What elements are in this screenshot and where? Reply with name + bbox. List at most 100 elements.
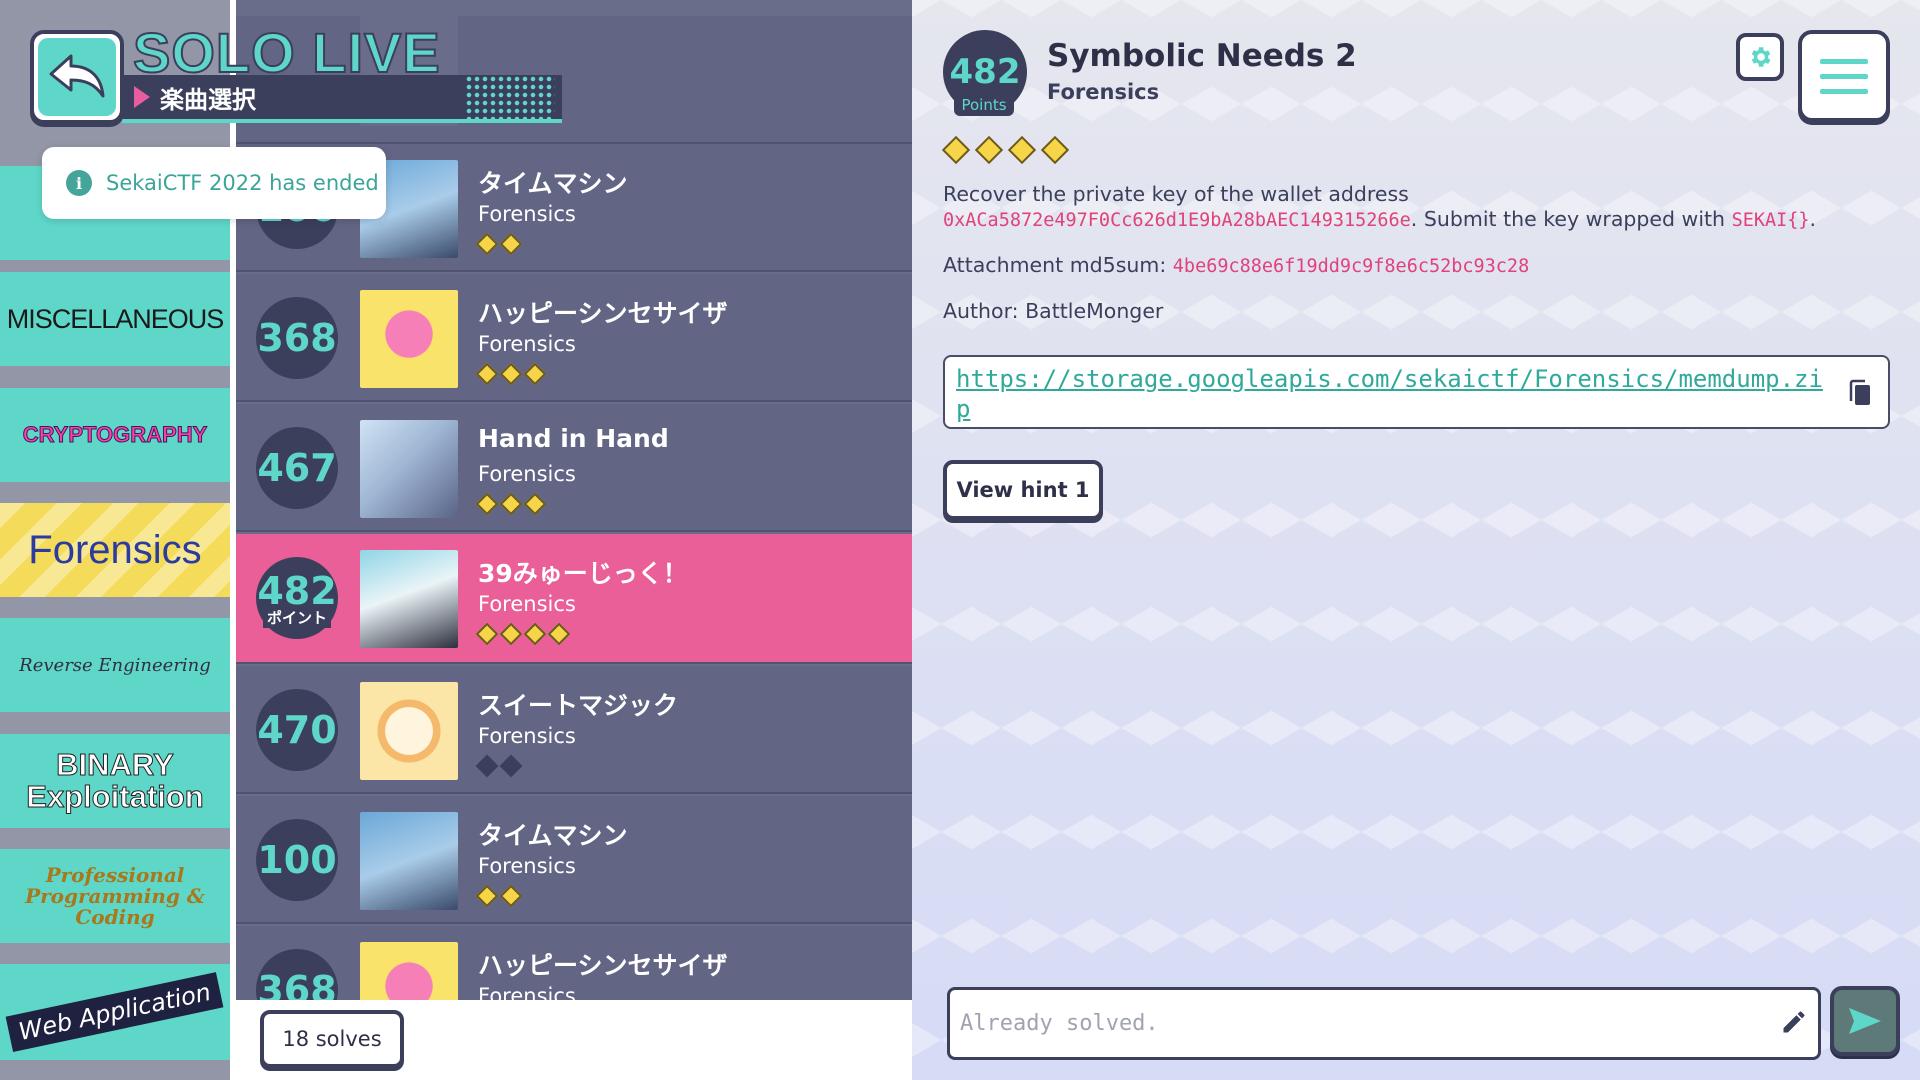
song-title: スイートマジック xyxy=(478,691,679,720)
points-badge: 467 xyxy=(256,427,338,509)
points-badge: 482 ポイント xyxy=(256,557,338,639)
view-hint-button[interactable]: View hint 1 xyxy=(943,460,1103,520)
title-underline xyxy=(122,119,562,123)
jacket-image xyxy=(360,942,458,1000)
list-item[interactable]: 470 スイートマジック Forensics xyxy=(236,666,912,794)
category-item-binary[interactable]: BINARY Exploitation xyxy=(0,734,230,828)
jacket-image xyxy=(360,290,458,388)
category-label: Web Application xyxy=(5,971,225,1053)
category-label: Forensics xyxy=(28,527,202,572)
diamond-icon xyxy=(475,232,499,256)
diamond-icon xyxy=(499,362,523,386)
category-label: BINARY Exploitation xyxy=(26,747,204,814)
decorative-dots xyxy=(465,75,555,119)
list-item-selected[interactable]: 482 ポイント 39みゅーじっく！ Forensics xyxy=(236,534,912,664)
wallet-address: 0xACa5872e497F0Cc626d1E9bA28bAEC14931526… xyxy=(943,210,1411,231)
category-label: Professional Programming & Coding xyxy=(25,862,205,929)
hamburger-menu-button[interactable] xyxy=(1798,30,1890,122)
points-sub-label: ポイント xyxy=(262,606,331,628)
toast-notification: i SekaiCTF 2022 has ended xyxy=(42,147,386,219)
song-category: Forensics xyxy=(478,592,576,616)
song-title: Hand in Hand xyxy=(478,424,669,453)
diamond-icon xyxy=(475,492,499,516)
diamond-icon xyxy=(475,622,499,646)
jacket-image xyxy=(360,682,458,780)
md5-value: 4be69c88e6f19dd9c9f8e6c52bc93c28 xyxy=(1172,256,1530,277)
diamond-icon xyxy=(941,135,971,165)
song-title: タイムマシン xyxy=(478,821,628,850)
category-item-ppc[interactable]: Professional Programming & Coding xyxy=(0,849,230,943)
category-item-misc[interactable]: MISCELLANEOUS xyxy=(0,272,230,366)
back-button[interactable] xyxy=(30,30,124,124)
download-link[interactable]: https://storage.googleapis.com/sekaictf/… xyxy=(956,365,1823,423)
solves-button[interactable]: 18 solves xyxy=(260,1010,404,1068)
points-badge: 368 xyxy=(256,297,338,379)
song-category: Forensics xyxy=(478,202,576,226)
song-title: ハッピーシンセサイザ xyxy=(478,951,728,980)
challenge-category: Forensics xyxy=(1047,80,1160,104)
challenge-description-line1: Recover the private key of the wallet ad… xyxy=(943,182,1409,206)
category-item-web[interactable]: Web Application xyxy=(0,964,230,1060)
challenge-difficulty xyxy=(941,135,1070,165)
category-item-reverse[interactable]: Reverse Engineering xyxy=(0,618,230,712)
diamond-icon xyxy=(475,754,499,778)
category-item-forensics[interactable]: Forensics xyxy=(0,503,230,597)
attachment-md5: Attachment md5sum: 4be69c88e6f19dd9c9f8e… xyxy=(943,253,1530,277)
song-category: Forensics xyxy=(478,724,576,748)
diamond-icon xyxy=(499,754,523,778)
play-triangle-icon xyxy=(134,86,150,108)
diamond-icon xyxy=(499,492,523,516)
diamond-icon xyxy=(499,884,523,908)
page-subtitle: 楽曲選択 xyxy=(160,85,256,114)
solves-bar: 18 solves xyxy=(236,1000,912,1080)
points-badge: 368 xyxy=(256,949,338,1000)
settings-button[interactable] xyxy=(1736,33,1784,81)
song-title: 39みゅーじっく！ xyxy=(478,559,688,588)
list-item[interactable]: 368 ハッピーシンセサイザ Forensics xyxy=(236,926,912,1000)
challenge-author: Author: BattleMonger xyxy=(943,299,1164,323)
diamond-icon xyxy=(499,232,523,256)
download-link-box: https://storage.googleapis.com/sekaictf/… xyxy=(943,355,1890,429)
gear-icon xyxy=(1751,47,1771,67)
difficulty-diamonds xyxy=(475,754,523,778)
diamond-icon xyxy=(475,884,499,908)
flag-format: SEKAI{} xyxy=(1731,210,1810,231)
category-item-crypto[interactable]: CRYPTOGRAPHY xyxy=(0,388,230,482)
difficulty-diamonds xyxy=(475,492,547,516)
pencil-icon xyxy=(1783,1011,1805,1033)
diamond-icon xyxy=(499,622,523,646)
difficulty-diamonds xyxy=(475,884,523,908)
song-title: タイムマシン xyxy=(478,169,628,198)
toast-message: SekaiCTF 2022 has ended xyxy=(106,171,379,195)
points-badge: 470 xyxy=(256,689,338,771)
diamond-icon xyxy=(974,135,1004,165)
jacket-image xyxy=(360,550,458,648)
song-title: ハッピーシンセサイザ xyxy=(478,299,728,328)
list-item[interactable]: 467 Hand in Hand Forensics xyxy=(236,404,912,532)
send-icon xyxy=(1849,1008,1881,1034)
challenge-points-label: Points xyxy=(954,94,1014,116)
challenge-title: Symbolic Needs 2 xyxy=(1047,38,1357,74)
copy-icon[interactable] xyxy=(1848,379,1872,407)
points-badge: 100 xyxy=(256,819,338,901)
category-label: CRYPTOGRAPHY xyxy=(22,422,208,448)
jacket-image xyxy=(360,420,458,518)
list-item[interactable]: 100 タイムマシン Forensics xyxy=(236,796,912,924)
submit-flag-button[interactable] xyxy=(1830,986,1900,1056)
jacket-image xyxy=(360,812,458,910)
song-category: Forensics xyxy=(478,984,576,1000)
diamond-icon xyxy=(523,492,547,516)
diamond-icon xyxy=(523,622,547,646)
back-arrow-icon xyxy=(49,54,105,98)
category-label: Reverse Engineering xyxy=(19,654,211,676)
difficulty-diamonds xyxy=(475,232,523,256)
list-item[interactable]: 368 ハッピーシンセサイザ Forensics xyxy=(236,274,912,402)
song-category: Forensics xyxy=(478,332,576,356)
hamburger-menu-icon xyxy=(1820,58,1868,64)
diamond-icon xyxy=(547,622,571,646)
song-category: Forensics xyxy=(478,854,576,878)
diamond-icon xyxy=(1007,135,1037,165)
flag-input[interactable] xyxy=(947,987,1821,1060)
challenge-detail-panel: 482 Points Symbolic Needs 2 Forensics Re… xyxy=(912,0,1920,1080)
song-category: Forensics xyxy=(478,462,576,486)
